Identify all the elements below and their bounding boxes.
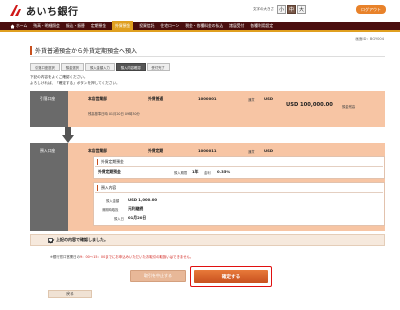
nav-item-investment-trust[interactable]: 投資信託 xyxy=(139,23,154,29)
from-account-label: 引落口座 xyxy=(30,91,68,127)
term-value: 1年 xyxy=(192,169,199,174)
from-currency: USD xyxy=(264,96,273,101)
note-hours: 9：00～15：00までにお申込みいただいたお取引の取扱いはできません。 xyxy=(79,255,194,259)
step-enter-amount: 預入金額入力 xyxy=(84,63,115,71)
instruction-line: よろしければ、「確定する」ボタンを押してください。 xyxy=(30,81,120,85)
deposit-type-heading: 外貨定期預金 xyxy=(97,159,124,165)
from-balance: USD 100,000.00 xyxy=(286,102,333,108)
font-size-small-button[interactable]: 小 xyxy=(277,5,286,14)
back-button[interactable]: 戻る xyxy=(48,290,92,298)
maturity-value: 元利継続 xyxy=(128,206,144,211)
divider xyxy=(95,192,383,193)
from-balance-date: 残高基準日時 01月20日 09時30分 xyxy=(88,112,140,116)
deposit-date-label: 預入日 xyxy=(114,216,124,221)
logout-button[interactable]: ログアウト xyxy=(356,5,386,14)
step-select-account: 引落口座選択 xyxy=(30,63,60,71)
nav-item-notifications[interactable]: 諸届受付 xyxy=(229,23,244,29)
to-currency-label: 通貨 xyxy=(248,149,255,154)
divider xyxy=(95,166,383,167)
to-account-label: 預入口座 xyxy=(30,143,68,231)
deposit-type-value: 外貨定期預金 xyxy=(98,169,121,174)
from-currency-label: 通貨 xyxy=(248,97,255,102)
to-currency: USD xyxy=(264,148,273,153)
nav-item-home-loan[interactable]: 住宅ローン xyxy=(160,23,179,29)
amount-value: USD 1,000.00 xyxy=(128,197,158,202)
business-hours-note: ※銀行窓口営業日の9：00～15：00までにお申込みいただいたお取引の取扱いはで… xyxy=(50,254,193,259)
nav-item-tax-payment[interactable]: 税金・各種料金の払込 xyxy=(185,23,223,29)
confirm-checkbox-row[interactable]: 上記の内容で確認しました。 xyxy=(30,234,385,246)
from-balance-label: 預金残高 xyxy=(342,105,356,109)
font-size-medium-button[interactable]: 中 xyxy=(287,5,296,14)
rate-label: 金利 xyxy=(204,170,211,175)
term-label: 預入期間 xyxy=(174,170,188,175)
deposit-content-heading: 預入内容 xyxy=(97,185,116,191)
global-nav: ホーム 残高・明細照会 振込・振替 定期預金 外貨預金 投資信託 住宅ローン 税… xyxy=(0,21,400,32)
arrow-down-icon xyxy=(62,127,74,143)
nav-item-home[interactable]: ホーム xyxy=(10,23,27,29)
logo-mark-icon xyxy=(8,4,24,17)
to-branch: 本店営業部 xyxy=(88,148,107,153)
step-complete: 受付完了 xyxy=(146,63,170,71)
bank-logo[interactable]: あいち銀行 xyxy=(8,3,79,18)
from-account-type: 外貨普通 xyxy=(148,96,164,101)
to-account-number: 1000011 xyxy=(198,148,217,153)
to-account-label-text: 預入口座 xyxy=(40,148,56,153)
nav-item-label: ホーム xyxy=(16,23,28,28)
from-account-number: 1000001 xyxy=(198,96,217,101)
nav-item-time-deposit[interactable]: 定期預金 xyxy=(91,23,106,29)
deposit-content-box: 預入内容 預入金額 USD 1,000.00 満期時取扱 元利継続 預入日 01… xyxy=(93,182,385,226)
progress-steps: 引落口座選択 預金選択 預入金額入力 預入内容確認 受付完了 xyxy=(30,63,171,71)
font-size-switcher: 文字の大きさ 小 中 大 xyxy=(253,5,307,14)
screen-id: 画面ID：BGY004 xyxy=(355,37,384,41)
from-branch: 本店営業部 xyxy=(88,96,107,101)
maturity-label: 満期時取扱 xyxy=(102,207,119,212)
nav-item-balance[interactable]: 残高・明細照会 xyxy=(33,23,60,29)
note-prefix: ※銀行窓口営業日の xyxy=(50,255,80,259)
nav-item-transfer[interactable]: 振込・振替 xyxy=(66,23,85,29)
deposit-date-value: 01月20日 xyxy=(128,215,147,220)
nav-item-foreign-deposit[interactable]: 外貨預金 xyxy=(112,21,134,31)
from-account-panel: 引落口座 本店営業部 外貨普通 1000001 通貨 USD USD 100,0… xyxy=(30,91,385,127)
top-bar: あいち銀行 文字の大きさ 小 中 大 ログアウト xyxy=(0,0,400,20)
rate-value: 0.35% xyxy=(217,169,231,174)
to-account-type: 外貨定期 xyxy=(148,148,164,153)
confirm-button[interactable]: 確定する xyxy=(194,270,268,283)
page-title: 外貨普通預金から外貨定期預金へ預入 xyxy=(30,46,137,55)
step-select-deposit: 預金選択 xyxy=(60,63,84,71)
amount-label: 預入金額 xyxy=(106,198,120,203)
instructions: 下記の内容をよくご確認ください。 よろしければ、「確定する」ボタンを押してくださ… xyxy=(30,74,120,86)
from-account-body: 本店営業部 外貨普通 1000001 通貨 USD USD 100,000.00… xyxy=(68,91,385,127)
font-size-large-button[interactable]: 大 xyxy=(297,5,306,14)
home-icon xyxy=(10,24,15,28)
cancel-transaction-button[interactable]: 取引を中止する xyxy=(130,270,186,282)
nav-item-settings[interactable]: 各種利用設定 xyxy=(250,23,273,29)
font-size-label: 文字の大きさ xyxy=(253,7,274,11)
confirm-checkbox[interactable] xyxy=(48,237,53,243)
bank-name: あいち銀行 xyxy=(26,7,79,18)
from-account-label-text: 引落口座 xyxy=(40,96,56,101)
step-confirm: 預入内容確認 xyxy=(115,63,146,71)
deposit-type-box: 外貨定期預金 外貨定期預金 預入期間 1年 金利 0.35% xyxy=(93,156,385,179)
page-title-bar: 外貨普通預金から外貨定期預金へ預入 xyxy=(30,45,385,57)
confirm-checkbox-label: 上記の内容で確認しました。 xyxy=(56,237,108,242)
